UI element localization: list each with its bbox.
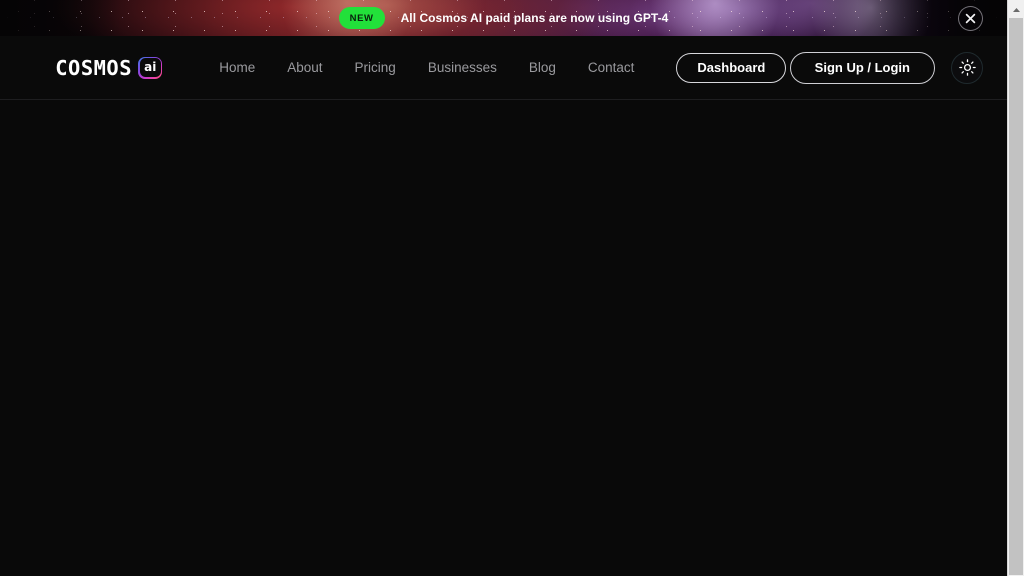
logo-ai-badge-label: ai — [139, 58, 161, 77]
sun-icon — [958, 59, 976, 76]
main-navigation-bar: COSMOS ai Home About Pricing Businesses … — [0, 36, 1007, 100]
announcement-banner: NEW All Cosmos AI paid plans are now usi… — [0, 0, 1007, 36]
nav-link-home[interactable]: Home — [203, 61, 271, 75]
logo-wordmark: COSMOS — [55, 55, 133, 80]
primary-nav-links: Home About Pricing Businesses Blog Conta… — [203, 52, 787, 83]
scroll-up-arrow-icon — [1012, 0, 1021, 18]
banner-close-button[interactable] — [958, 6, 983, 31]
nav-link-about[interactable]: About — [271, 61, 338, 75]
browser-viewport: NEW All Cosmos AI paid plans are now usi… — [0, 0, 1007, 576]
banner-message: All Cosmos AI paid plans are now using G… — [400, 11, 669, 25]
nav-link-pricing[interactable]: Pricing — [339, 61, 412, 75]
site-logo[interactable]: COSMOS ai — [55, 55, 163, 80]
nav-right-actions: Sign Up / Login — [789, 51, 983, 84]
logo-ai-badge: ai — [138, 56, 163, 79]
signup-login-button[interactable]: Sign Up / Login — [789, 51, 935, 84]
new-badge: NEW — [338, 7, 385, 29]
nav-link-blog[interactable]: Blog — [513, 61, 572, 75]
scroll-up-button[interactable] — [1008, 0, 1024, 17]
nav-link-contact[interactable]: Contact — [572, 61, 651, 75]
dashboard-button[interactable]: Dashboard — [676, 52, 787, 83]
vertical-scrollbar[interactable] — [1007, 0, 1024, 576]
scrollbar-thumb[interactable] — [1009, 18, 1023, 575]
banner-content: NEW All Cosmos AI paid plans are now usi… — [0, 0, 1007, 36]
page-content-area — [0, 100, 1007, 576]
close-icon — [965, 13, 976, 24]
theme-toggle-button[interactable] — [951, 51, 983, 84]
nav-link-businesses[interactable]: Businesses — [412, 61, 513, 75]
